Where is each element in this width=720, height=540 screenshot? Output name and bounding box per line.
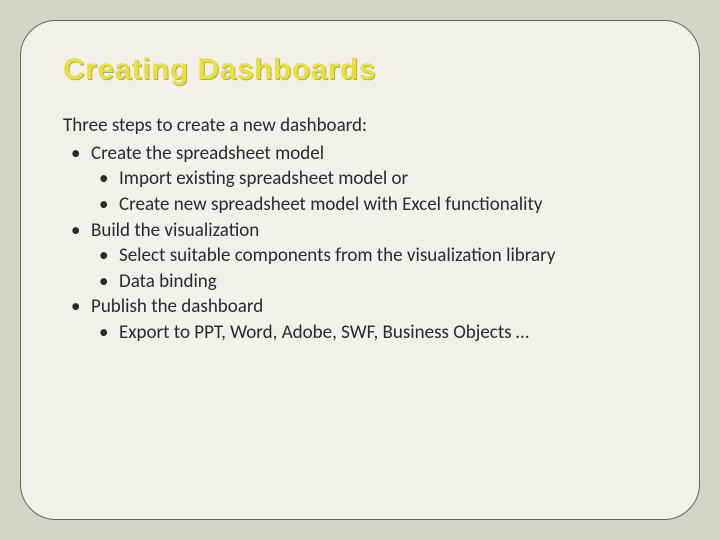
list-item: Data binding — [91, 269, 657, 295]
list-item: Build the visualization Select suitable … — [63, 218, 657, 295]
intro-text: Three steps to create a new dashboard: — [63, 113, 657, 139]
step-label: Publish the dashboard — [91, 295, 263, 318]
list-item: Create the spreadsheet model Import exis… — [63, 141, 657, 218]
list-item: Select suitable components from the visu… — [91, 243, 657, 269]
step-label: Create the spreadsheet model — [91, 142, 324, 165]
sub-list: Import existing spreadsheet model or Cre… — [91, 166, 657, 217]
step-list: Create the spreadsheet model Import exis… — [63, 141, 657, 346]
step-label: Build the visualization — [91, 219, 259, 242]
list-item: Create new spreadsheet model with Excel … — [91, 192, 657, 218]
sub-list: Export to PPT, Word, Adobe, SWF, Busines… — [91, 320, 657, 346]
list-item: Publish the dashboard Export to PPT, Wor… — [63, 294, 657, 345]
slide-title: Creating Dashboards — [63, 53, 657, 87]
list-item: Import existing spreadsheet model or — [91, 166, 657, 192]
slide: Creating Dashboards Three steps to creat… — [20, 20, 700, 520]
list-item: Export to PPT, Word, Adobe, SWF, Busines… — [91, 320, 657, 346]
slide-body: Three steps to create a new dashboard: C… — [63, 113, 657, 346]
sub-list: Select suitable components from the visu… — [91, 243, 657, 294]
